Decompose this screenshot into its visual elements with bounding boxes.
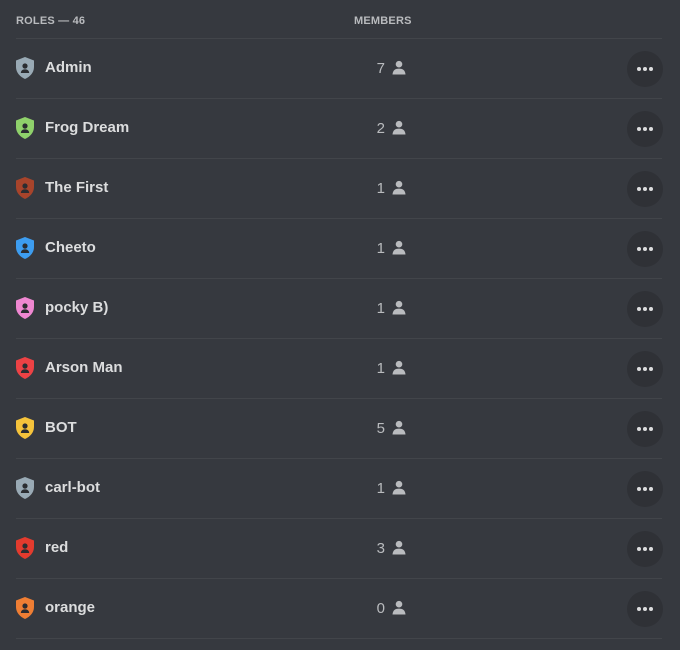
- more-options-icon: [637, 607, 641, 611]
- more-options-button[interactable]: [627, 531, 663, 567]
- person-icon: [392, 360, 406, 375]
- role-row[interactable]: orange 0: [0, 579, 680, 639]
- more-options-icon: [637, 487, 641, 491]
- shield-icon: [14, 116, 36, 140]
- more-options-button[interactable]: [627, 591, 663, 627]
- more-options-dot: [649, 607, 653, 611]
- role-row[interactable]: pocky B) 1: [0, 279, 680, 339]
- more-options-icon: [637, 187, 641, 191]
- members-column-header: MEMBERS: [354, 15, 412, 27]
- member-count: 5: [376, 420, 385, 437]
- more-options-button[interactable]: [627, 111, 663, 147]
- person-icon: [392, 240, 406, 255]
- more-options-dot: [643, 367, 647, 371]
- shield-icon: [14, 236, 36, 260]
- member-count: 1: [376, 360, 385, 377]
- role-name: red: [45, 539, 69, 556]
- person-icon: [392, 120, 406, 135]
- person-icon: [392, 300, 406, 315]
- role-name: BOT: [45, 419, 77, 436]
- shield-icon: [14, 476, 36, 500]
- more-options-icon: [637, 307, 641, 311]
- more-options-icon: [637, 547, 641, 551]
- more-options-button[interactable]: [627, 471, 663, 507]
- more-options-dot: [643, 187, 647, 191]
- role-name: Admin: [45, 59, 92, 76]
- shield-icon: [14, 296, 36, 320]
- person-icon: [392, 180, 406, 195]
- role-name: Cheeto: [45, 239, 96, 256]
- more-options-dot: [649, 307, 653, 311]
- roles-count-label: ROLES — 46: [16, 15, 86, 27]
- role-row[interactable]: carl-bot 1: [0, 459, 680, 519]
- more-options-dot: [649, 487, 653, 491]
- member-count: 3: [376, 540, 385, 557]
- shield-icon: [14, 56, 36, 80]
- more-options-icon: [637, 427, 641, 431]
- more-options-dot: [643, 67, 647, 71]
- role-name: The First: [45, 179, 109, 196]
- person-icon: [392, 480, 406, 495]
- more-options-button[interactable]: [627, 351, 663, 387]
- row-divider: [16, 638, 662, 639]
- member-count: 1: [376, 240, 385, 257]
- more-options-dot: [649, 367, 653, 371]
- more-options-icon: [637, 247, 641, 251]
- more-options-button[interactable]: [627, 51, 663, 87]
- more-options-icon: [637, 127, 641, 131]
- person-icon: [392, 540, 406, 555]
- more-options-dot: [649, 187, 653, 191]
- more-options-icon: [637, 67, 641, 71]
- more-options-dot: [643, 547, 647, 551]
- role-row[interactable]: Frog Dream 2: [0, 99, 680, 159]
- shield-icon: [14, 596, 36, 620]
- member-count: 1: [376, 180, 385, 197]
- person-icon: [392, 420, 406, 435]
- role-row[interactable]: Cheeto 1: [0, 219, 680, 279]
- more-options-button[interactable]: [627, 231, 663, 267]
- role-row[interactable]: Arson Man 1: [0, 339, 680, 399]
- role-row[interactable]: Admin 7: [0, 39, 680, 99]
- role-name: pocky B): [45, 299, 109, 316]
- role-row[interactable]: The First 1: [0, 159, 680, 219]
- member-count: 7: [376, 60, 385, 77]
- more-options-dot: [643, 307, 647, 311]
- role-name: Arson Man: [45, 359, 123, 376]
- more-options-dot: [643, 247, 647, 251]
- shield-icon: [14, 536, 36, 560]
- shield-icon: [14, 356, 36, 380]
- more-options-dot: [649, 127, 653, 131]
- role-row[interactable]: BOT 5: [0, 399, 680, 459]
- more-options-button[interactable]: [627, 171, 663, 207]
- role-name: Frog Dream: [45, 119, 130, 136]
- member-count: 1: [376, 300, 385, 317]
- shield-icon: [14, 176, 36, 200]
- member-count: 2: [376, 120, 385, 137]
- role-name: carl-bot: [45, 479, 101, 496]
- person-icon: [392, 600, 406, 615]
- more-options-icon: [637, 367, 641, 371]
- more-options-dot: [643, 427, 647, 431]
- more-options-dot: [649, 67, 653, 71]
- member-count: 1: [376, 480, 385, 497]
- more-options-dot: [649, 547, 653, 551]
- more-options-dot: [643, 607, 647, 611]
- role-list-view: ROLES — 46 MEMBERS Admin 7 Frog Dream 2 The …: [0, 0, 680, 650]
- more-options-button[interactable]: [627, 291, 663, 327]
- role-name: orange: [45, 599, 96, 616]
- member-count: 0: [376, 600, 385, 617]
- more-options-dot: [643, 127, 647, 131]
- role-row[interactable]: red 3: [0, 519, 680, 579]
- person-icon: [392, 60, 406, 75]
- more-options-dot: [649, 427, 653, 431]
- more-options-button[interactable]: [627, 411, 663, 447]
- role-list-header: ROLES — 46 MEMBERS: [0, 0, 680, 39]
- more-options-dot: [649, 247, 653, 251]
- shield-icon: [14, 416, 36, 440]
- more-options-dot: [643, 487, 647, 491]
